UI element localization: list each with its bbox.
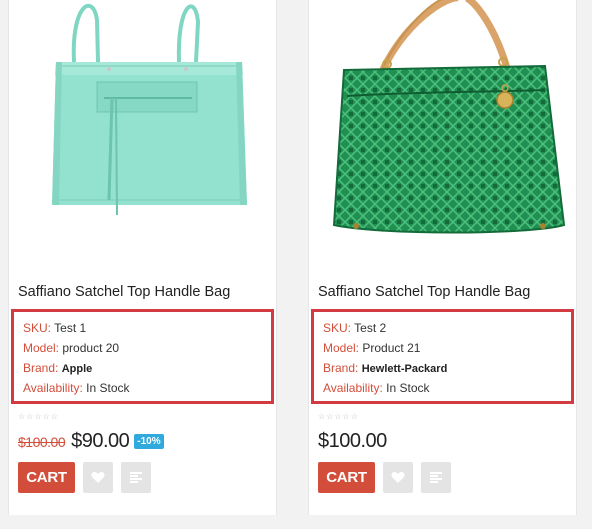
brand-value[interactable]: Hewlett-Packard — [362, 363, 448, 375]
availability-label: Availability: — [23, 381, 83, 395]
rating-stars: ☆ ☆ ☆ ☆ ☆ — [318, 412, 358, 422]
compare-button[interactable] — [121, 462, 151, 493]
mint-tote-bag-image — [52, 3, 247, 216]
product-actions: CART — [318, 462, 451, 493]
price-row: $100.00 $90.00 -10% — [18, 430, 164, 453]
spec-sku: SKU: Test 1 — [23, 318, 271, 338]
model-value: Product 21 — [362, 341, 421, 355]
wishlist-button[interactable] — [383, 462, 413, 493]
spec-availability: Availability: In Stock — [23, 378, 271, 398]
spec-model: Model: Product 21 — [323, 338, 571, 358]
discount-badge: -10% — [134, 434, 164, 449]
brand-label: Brand: — [23, 361, 59, 375]
model-label: Model: — [323, 341, 360, 355]
spec-brand: Brand: Apple — [23, 358, 271, 378]
green-patterned-tote-bag-image — [332, 0, 566, 234]
price: $100.00 — [318, 430, 387, 452]
star-icon: ☆ — [34, 412, 42, 421]
product-specs: SKU: Test 1 Model: product 20 Brand: App… — [11, 309, 274, 404]
product-card: Saffiano Satchel Top Handle Bag SKU: Tes… — [308, 0, 577, 515]
price-row: $100.00 — [318, 430, 387, 453]
product-actions: CART — [18, 462, 151, 493]
availability-value: In Stock — [86, 381, 130, 395]
add-to-cart-button[interactable]: CART — [318, 462, 375, 493]
model-label: Model: — [23, 341, 60, 355]
sale-price: $90.00 — [71, 430, 130, 452]
star-icon: ☆ — [326, 412, 334, 421]
product-title[interactable]: Saffiano Satchel Top Handle Bag — [18, 284, 230, 300]
brand-value[interactable]: Apple — [62, 363, 93, 375]
heart-icon — [91, 472, 105, 483]
spec-availability: Availability: In Stock — [323, 378, 571, 398]
heart-icon — [391, 472, 405, 483]
product-image[interactable] — [309, 0, 576, 273]
rating-stars: ☆ ☆ ☆ ☆ ☆ — [18, 412, 58, 422]
spec-sku: SKU: Test 2 — [323, 318, 571, 338]
model-value: product 20 — [62, 341, 120, 355]
brand-label: Brand: — [323, 361, 359, 375]
star-icon: ☆ — [350, 412, 358, 421]
add-to-cart-button[interactable]: CART — [18, 462, 75, 493]
product-card: Saffiano Satchel Top Handle Bag SKU: Tes… — [8, 0, 277, 515]
star-icon: ☆ — [42, 412, 50, 421]
product-title[interactable]: Saffiano Satchel Top Handle Bag — [318, 284, 530, 300]
spec-model: Model: product 20 — [23, 338, 271, 358]
spec-brand: Brand: Hewlett-Packard — [323, 358, 571, 378]
old-price: $100.00 — [18, 433, 66, 450]
star-icon: ☆ — [18, 412, 26, 421]
compare-icon — [130, 472, 142, 483]
compare-icon — [430, 472, 442, 483]
availability-label: Availability: — [323, 381, 383, 395]
star-icon: ☆ — [334, 412, 342, 421]
availability-value: In Stock — [386, 381, 430, 395]
sku-value: Test 1 — [54, 321, 87, 335]
star-icon: ☆ — [26, 412, 34, 421]
sku-label: SKU: — [323, 321, 352, 335]
product-specs: SKU: Test 2 Model: Product 21 Brand: Hew… — [311, 309, 574, 404]
sku-label: SKU: — [23, 321, 52, 335]
wishlist-button[interactable] — [83, 462, 113, 493]
star-icon: ☆ — [50, 412, 58, 421]
product-image[interactable] — [9, 0, 276, 273]
compare-button[interactable] — [421, 462, 451, 493]
star-icon: ☆ — [318, 412, 326, 421]
star-icon: ☆ — [342, 412, 350, 421]
sku-value: Test 2 — [354, 321, 387, 335]
